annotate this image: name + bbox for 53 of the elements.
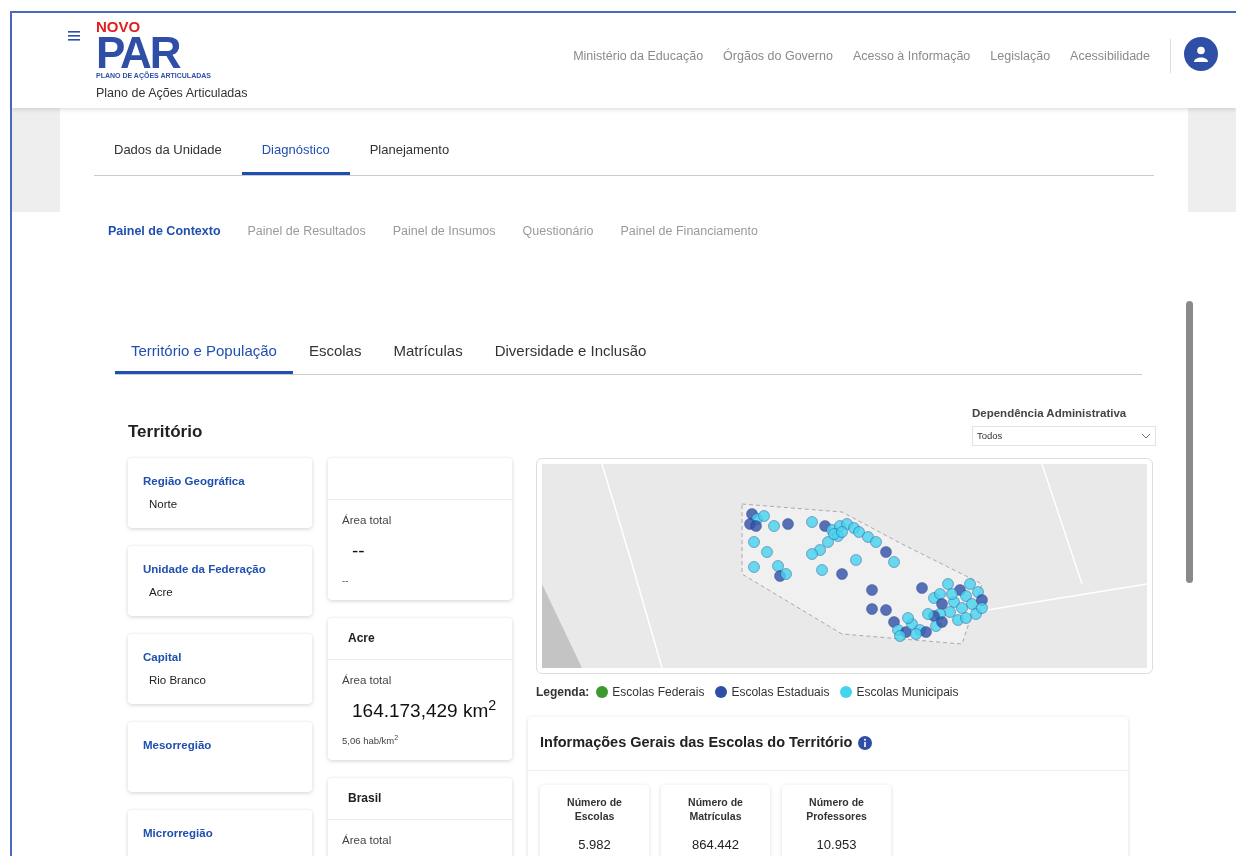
area-label: Área total (342, 832, 393, 848)
tab[interactable]: Escolas (292, 340, 378, 374)
logo-main-text: PAR (96, 34, 181, 72)
stat-label: Número de Professores (805, 794, 868, 823)
nav-link[interactable]: Legislação (990, 47, 1051, 66)
tab[interactable]: Diagnóstico (241, 140, 350, 175)
info-icon[interactable] (858, 736, 873, 751)
info-card-label: Capital (143, 649, 183, 665)
scrollbar-thumb[interactable] (1186, 301, 1193, 583)
legend-text: Escolas Municipais (856, 683, 959, 701)
menu-icon[interactable] (68, 31, 80, 41)
area-card-title: Acre (348, 630, 375, 648)
info-card-label: Unidade da Federação (143, 561, 267, 577)
tab[interactable]: Painel de Contexto (108, 222, 221, 241)
tab[interactable]: Território e População (115, 340, 293, 374)
nav-link[interactable]: Órgãos do Governo (723, 47, 833, 66)
info-card-value: Norte (148, 497, 179, 512)
tab[interactable]: Planejamento (349, 140, 470, 175)
nav-link[interactable]: Acesso à Informação (852, 47, 971, 66)
area-label: Área total (342, 512, 393, 528)
dropdown[interactable]: Todos (972, 425, 1156, 446)
nav-link[interactable]: Acessibilidade (1070, 47, 1150, 66)
stat-value: 864.442 (692, 835, 739, 854)
info-card-value: Rio Branco (148, 673, 207, 688)
chevron-down-icon (1141, 432, 1151, 439)
legend-label: Legenda: (536, 683, 590, 701)
stat-value: 10.953 (816, 835, 857, 854)
site-subtitle: Plano de Ações Articuladas (96, 85, 248, 102)
logo-top-text: NOVO (96, 20, 142, 34)
tab[interactable]: Diversidade e Inclusão (478, 340, 663, 374)
legend-text: Escolas Federais (612, 683, 705, 701)
info-card-label: Mesorregião (143, 737, 213, 753)
info-card-value: Acre (148, 585, 174, 600)
area-card-title: Brasil (348, 790, 382, 808)
area-label: Área total (342, 672, 393, 688)
panel-title: Informações Gerais das Escolas do Território (540, 733, 853, 753)
filter-label: Dependência Administrativa (972, 405, 1128, 421)
nav-link[interactable]: Ministério da Educação (573, 47, 704, 66)
stat-label: Número de Matrículas (687, 794, 744, 823)
info-card-label: Região Geográfica (143, 473, 246, 489)
stat-label: Número de Escolas (566, 794, 623, 823)
legend-text: Escolas Estaduais (731, 683, 830, 701)
area-value: -- (351, 539, 366, 563)
tab[interactable]: Matrículas (377, 340, 479, 374)
stat-value: 5.982 (578, 835, 611, 854)
section-title: Território (128, 420, 203, 443)
info-card-label: Microrregião (143, 825, 214, 841)
area-note: 5,06 hab/km$^{2}$ (342, 733, 400, 748)
tab[interactable]: Dados da Unidade (94, 140, 242, 175)
user-icon (1194, 46, 1208, 62)
area-note: -- (342, 573, 350, 588)
area-value: 164.173,429 km$^{2}$ (351, 697, 498, 723)
user-avatar[interactable] (1184, 37, 1218, 71)
